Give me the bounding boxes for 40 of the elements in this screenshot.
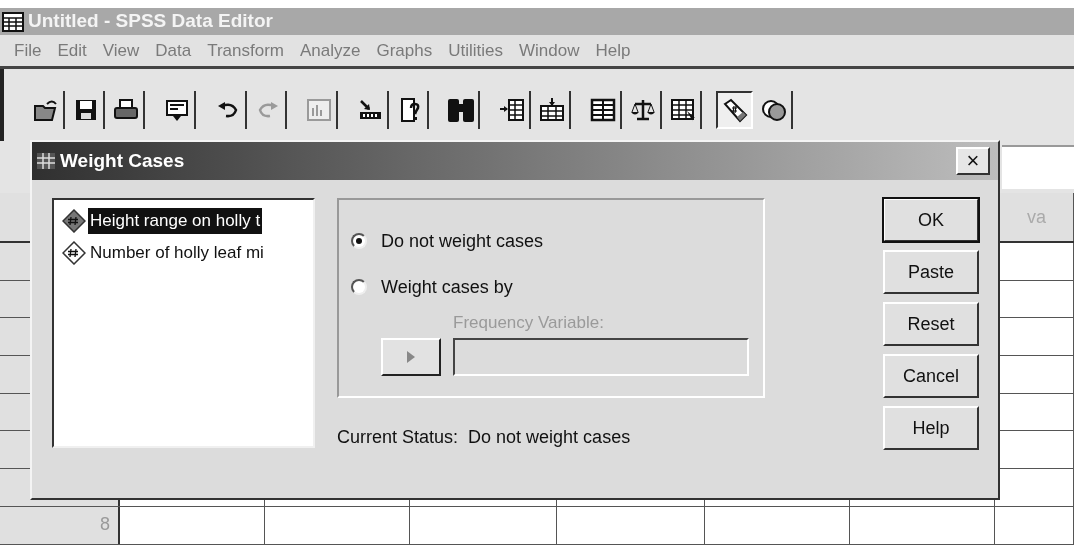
menu-item[interactable]: Help	[587, 37, 639, 64]
radio-button[interactable]	[351, 279, 367, 295]
insert-row-icon	[497, 96, 526, 124]
menu-item[interactable]: Graphs	[368, 37, 441, 64]
field-label: Frequency Variable:	[453, 312, 605, 334]
variable-list[interactable]: Height range on holly t Number of holly leaf mi	[52, 198, 315, 448]
insert-column-icon	[537, 96, 566, 124]
radio-button[interactable]	[351, 233, 367, 249]
dialog-title: Weight Cases	[60, 148, 185, 173]
menu-item[interactable]: Edit	[49, 37, 95, 64]
numeric-variable-icon	[62, 241, 86, 265]
menu-item[interactable]: Analyze	[292, 37, 369, 64]
menu-item[interactable]: Data	[147, 37, 200, 64]
menu-item[interactable]: Utilities	[440, 37, 512, 64]
right-arrow-icon	[407, 351, 415, 363]
close-button[interactable]: ×	[956, 147, 990, 175]
menu-item[interactable]: Window	[511, 37, 588, 64]
binoculars-icon	[446, 96, 475, 124]
menu-item[interactable]: Transform	[199, 37, 292, 64]
dialog-button[interactable]: Cancel	[883, 354, 979, 398]
numeric-variable-icon	[62, 209, 86, 233]
chart-icon	[304, 96, 333, 124]
toolbar-button[interactable]	[716, 91, 753, 129]
dialog-button[interactable]: Paste	[883, 250, 979, 294]
status-text: Current Status: Do not weight cases	[337, 426, 632, 449]
menu-item[interactable]: File	[6, 37, 50, 64]
cell-editor-field[interactable]	[1002, 145, 1074, 189]
row-header[interactable]: 8	[0, 506, 120, 544]
window-title: Untitled - SPSS Data Editor	[28, 9, 273, 34]
table-icon	[588, 96, 617, 124]
list-item[interactable]: Number of holly leaf mi	[88, 240, 266, 266]
spreadsheet-icon	[2, 11, 24, 32]
dialog-button[interactable]: OK	[883, 198, 979, 242]
list-item[interactable]: Height range on holly t	[88, 208, 263, 234]
grid-icon	[36, 151, 56, 171]
radio-label: Weight cases by	[381, 275, 513, 299]
menu-item[interactable]: View	[94, 37, 148, 64]
radio-label: Do not weight cases	[381, 229, 544, 253]
dialog-button[interactable]: Help	[883, 406, 979, 450]
dialog-button[interactable]: Reset	[883, 302, 979, 346]
